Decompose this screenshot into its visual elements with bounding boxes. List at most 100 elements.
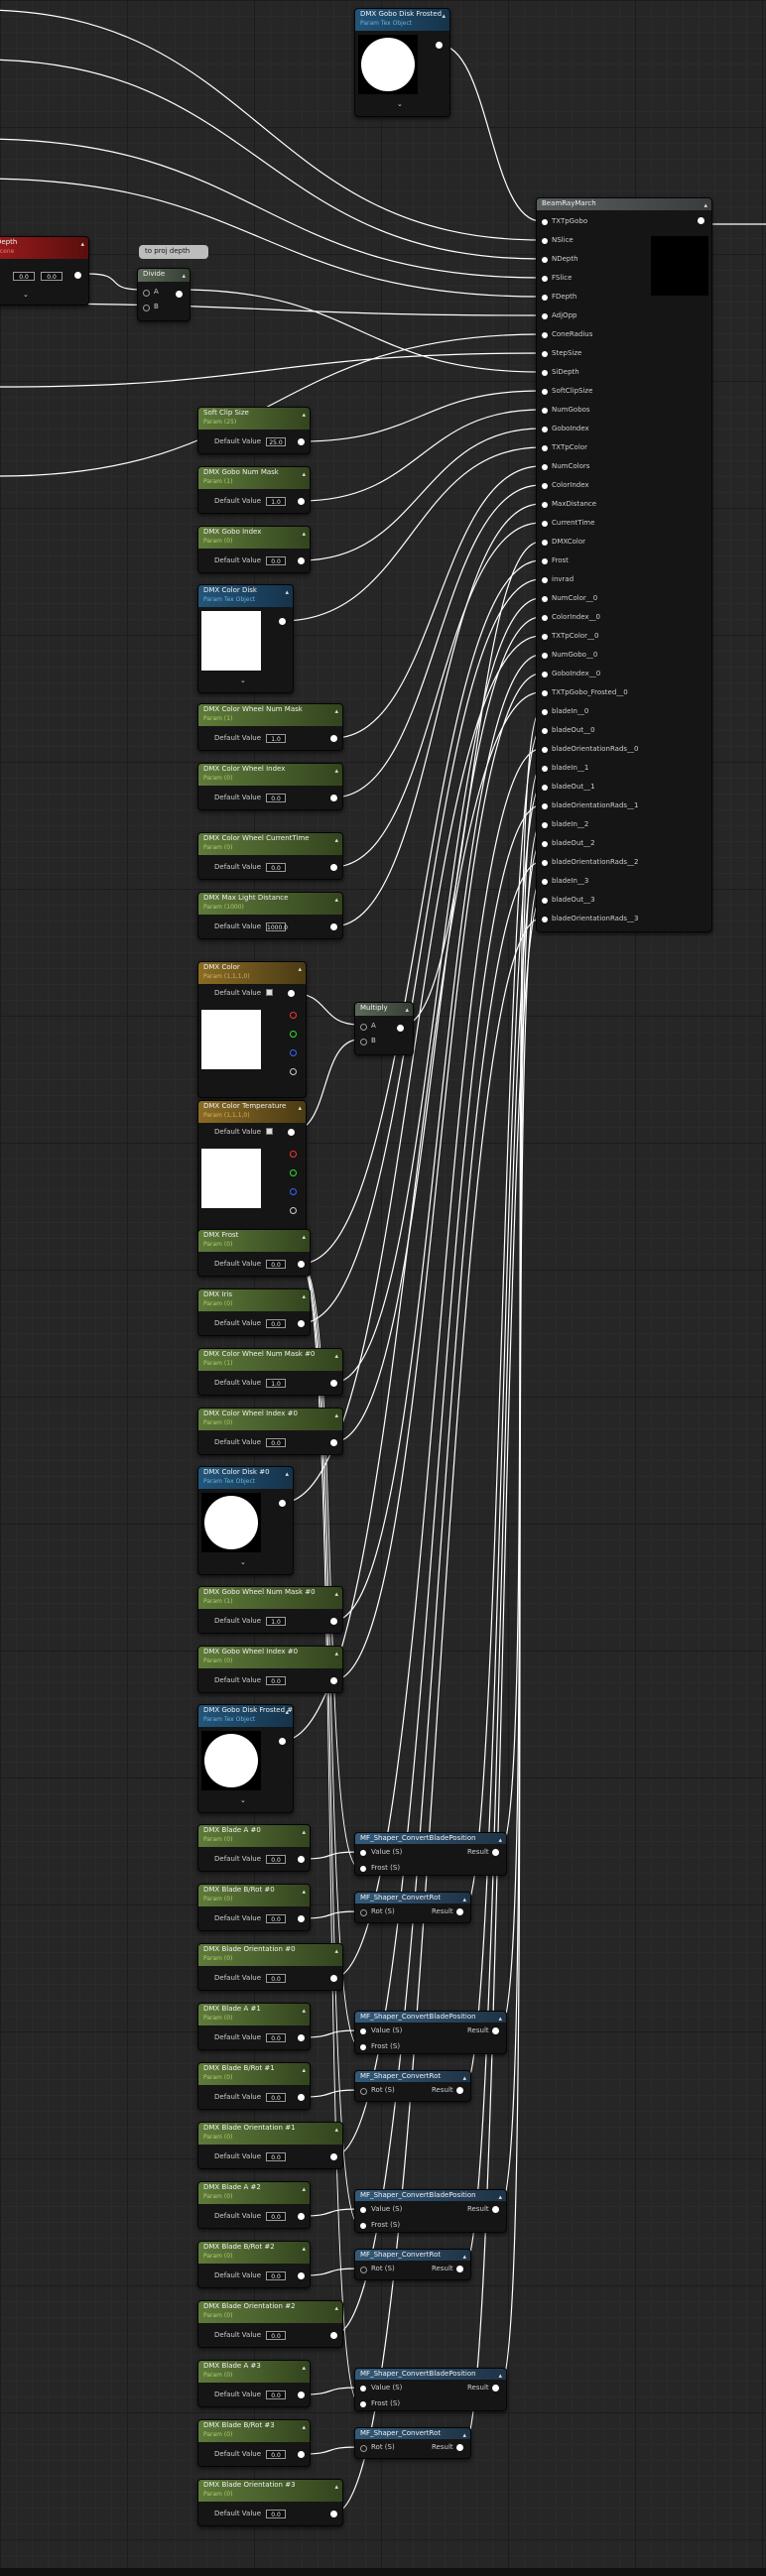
collapse-chevron-icon[interactable]: ▴	[298, 965, 302, 973]
node-color-temperature[interactable]: DMX Color Temperature Param (1,1,1,0) ▴ Def…	[197, 1100, 307, 1237]
input-pin-txtpcolor[interactable]	[542, 445, 548, 451]
node-header[interactable]: DMX Color Wheel Num Mask #0 Param (1) ▴	[198, 1349, 342, 1371]
input-pin-frost[interactable]	[360, 1866, 366, 1872]
input-pin-colorindex[interactable]	[542, 483, 548, 489]
collapse-chevron-icon[interactable]: ▴	[302, 2185, 306, 2193]
node-header[interactable]: DMX Color Wheel Index Param (0) ▴	[198, 764, 342, 786]
input-pin-bladeorientationrads-3[interactable]	[542, 917, 548, 922]
input-pin-bladein-1[interactable]	[542, 766, 548, 772]
node-header[interactable]: DMX Blade B/Rot #1 Param (0) ▴	[198, 2063, 310, 2085]
node-header[interactable]: MF_Shaper_ConvertRot ▴	[355, 1893, 470, 1903]
node-header[interactable]: Depth Scene ▴	[0, 237, 88, 259]
node-color-wheel-current-time[interactable]: DMX Color Wheel CurrentTime Param (0) ▴ Def…	[197, 832, 343, 880]
node-header[interactable]: DMX Color Disk #0 Param Tex Object ▴	[198, 1467, 293, 1489]
output-pin[interactable]	[298, 2094, 305, 2101]
output-pin[interactable]	[279, 1738, 286, 1745]
node-header[interactable]: MF_Shaper_ConvertBladePosition ▴	[355, 2369, 506, 2380]
input-pin-rot[interactable]	[360, 2267, 367, 2273]
default-value-field[interactable]: 0.0	[266, 2152, 286, 2161]
node-blade-orient-3[interactable]: DMX Blade Orientation #3 Param (0) ▴ Defaul…	[197, 2479, 343, 2526]
output-pin[interactable]	[288, 1129, 295, 1136]
input-pin-numcolor-0[interactable]	[542, 596, 548, 602]
node-header[interactable]: DMX Blade A #1 Param (0) ▴	[198, 2004, 310, 2025]
node-header[interactable]: DMX Color Param (1,1,1,0) ▴	[198, 962, 306, 984]
node-mf-shaper-convertrot[interactable]: MF_Shaper_ConvertRot ▴ Rot (S) Result	[354, 1892, 471, 1923]
green-channel-pin[interactable]	[290, 1031, 297, 1038]
output-pin[interactable]	[492, 2385, 499, 2392]
default-value-field[interactable]: 1000.0	[266, 922, 288, 931]
alpha-channel-pin[interactable]	[290, 1068, 297, 1075]
node-blade-a-0[interactable]: DMX Blade A #0 Param (0) ▴ Default Value 0.0	[197, 1824, 311, 1872]
input-pin-bladeorientationrads-0[interactable]	[542, 747, 548, 753]
output-pin[interactable]	[298, 1320, 305, 1327]
output-pin[interactable]	[330, 1439, 337, 1446]
input-pin-value[interactable]	[360, 1850, 366, 1856]
input-pin-txtpgobo[interactable]	[542, 219, 548, 225]
default-value-field[interactable]: 0.0	[266, 1974, 286, 1983]
collapse-chevron-icon[interactable]: ▴	[302, 1828, 306, 1836]
input-pin-bladeout-1[interactable]	[542, 785, 548, 791]
node-color-wheel-num-mask[interactable]: DMX Color Wheel Num Mask Param (1) ▴ Defaul…	[197, 703, 343, 751]
input-pin-frost[interactable]	[360, 2044, 366, 2050]
node-cw-num-mask-0[interactable]: DMX Color Wheel Num Mask #0 Param (1) ▴ Def…	[197, 1348, 343, 1396]
node-header[interactable]: DMX Blade B/Rot #3 Param (0) ▴	[198, 2420, 310, 2442]
node-header[interactable]: DMX Blade A #2 Param (0) ▴	[198, 2182, 310, 2204]
node-raymarch[interactable]: BeamRayMarch ▴ TXTpGobo NSlice NDepth FSlice F…	[536, 197, 712, 932]
input-pin-numgobos[interactable]	[542, 408, 548, 414]
node-header[interactable]: MF_Shaper_ConvertBladePosition ▴	[355, 2190, 506, 2201]
output-pin[interactable]	[330, 2332, 337, 2339]
input-pin-dmxcolor[interactable]	[542, 540, 548, 546]
node-divide[interactable]: Divide ▴ A B	[137, 268, 191, 321]
node-mf-shaper-convertbladeposition[interactable]: MF_Shaper_ConvertBladePosition ▴ Value (S)…	[354, 1832, 507, 1876]
default-value-field[interactable]: 1.0	[266, 734, 286, 743]
default-value-field[interactable]: 1.0	[266, 1379, 286, 1388]
input-pin-numgobo-0[interactable]	[542, 653, 548, 659]
node-blade-b-2[interactable]: DMX Blade B/Rot #2 Param (0) ▴ Default Valu…	[197, 2241, 311, 2288]
default-value-field[interactable]: 0.0	[266, 1914, 286, 1923]
node-header[interactable]: DMX Blade Orientation #0 Param (0) ▴	[198, 1944, 342, 1966]
output-pin[interactable]	[492, 1849, 499, 1856]
output-pin[interactable]	[288, 990, 295, 997]
node-mf-shaper-convertrot[interactable]: MF_Shaper_ConvertRot ▴ Rot (S) Result	[354, 2427, 471, 2459]
output-pin[interactable]	[176, 291, 183, 298]
node-header[interactable]: DMX Blade Orientation #2 Param (0) ▴	[198, 2301, 342, 2323]
collapse-chevron-icon[interactable]: ▴	[302, 2066, 306, 2074]
input-pin-colorindex-0[interactable]	[542, 615, 548, 621]
output-pin[interactable]	[298, 1915, 305, 1922]
collapse-chevron-icon[interactable]: ▴	[302, 2007, 306, 2015]
input-pin-bladeout-3[interactable]	[542, 898, 548, 904]
node-gw-index-0[interactable]: DMX Gobo Wheel Index #0 Param (0) ▴ Default…	[197, 1646, 343, 1693]
output-pin[interactable]	[436, 42, 443, 49]
input-pin-rot[interactable]	[360, 2088, 367, 2095]
output-pin[interactable]	[397, 1025, 404, 1032]
input-pin-txtpgobo-frosted-0[interactable]	[542, 690, 548, 696]
output-pin[interactable]	[279, 1500, 286, 1507]
node-blade-orient-0[interactable]: DMX Blade Orientation #0 Param (0) ▴ Defaul…	[197, 1943, 343, 1991]
depth-value-1[interactable]: 0.0	[13, 272, 35, 281]
output-pin[interactable]	[456, 1908, 463, 1915]
collapse-chevron-icon[interactable]: ▴	[442, 12, 446, 20]
input-pin-frost[interactable]	[360, 2401, 366, 2407]
collapse-chevron-icon[interactable]: ▴	[302, 1233, 306, 1241]
color-swatch-button[interactable]	[266, 989, 273, 996]
default-value-field[interactable]: 0.0	[266, 2093, 286, 2102]
input-pin-invrad[interactable]	[542, 577, 548, 583]
node-soft-clip[interactable]: Soft Clip Size Param (25) ▴ Default Value 25…	[197, 407, 311, 454]
output-pin[interactable]	[279, 618, 286, 625]
output-pin[interactable]	[330, 1380, 337, 1387]
input-pin-coneradius[interactable]	[542, 332, 548, 338]
node-header[interactable]: DMX Color Wheel CurrentTime Param (0) ▴	[198, 833, 342, 855]
input-pin-numcolors[interactable]	[542, 464, 548, 470]
collapse-chevron-icon[interactable]: ▴	[334, 2483, 338, 2491]
node-mf-shaper-convertrot[interactable]: MF_Shaper_ConvertRot ▴ Rot (S) Result	[354, 2249, 471, 2280]
node-header[interactable]: BeamRayMarch ▴	[537, 198, 711, 210]
node-gw-num-mask-0[interactable]: DMX Gobo Wheel Num Mask #0 Param (1) ▴ Defa…	[197, 1586, 343, 1634]
collapse-chevron-icon[interactable]: ▴	[302, 530, 306, 538]
output-pin[interactable]	[456, 2444, 463, 2451]
collapse-chevron-icon[interactable]: ▴	[182, 272, 186, 280]
collapse-chevron-icon[interactable]: ▴	[334, 1947, 338, 1955]
collapse-chevron-icon[interactable]: ▴	[302, 2364, 306, 2372]
node-header[interactable]: DMX Gobo Index Param (0) ▴	[198, 527, 310, 549]
collapse-chevron-icon[interactable]: ▴	[80, 240, 84, 248]
node-header[interactable]: MF_Shaper_ConvertRot ▴	[355, 2071, 470, 2082]
